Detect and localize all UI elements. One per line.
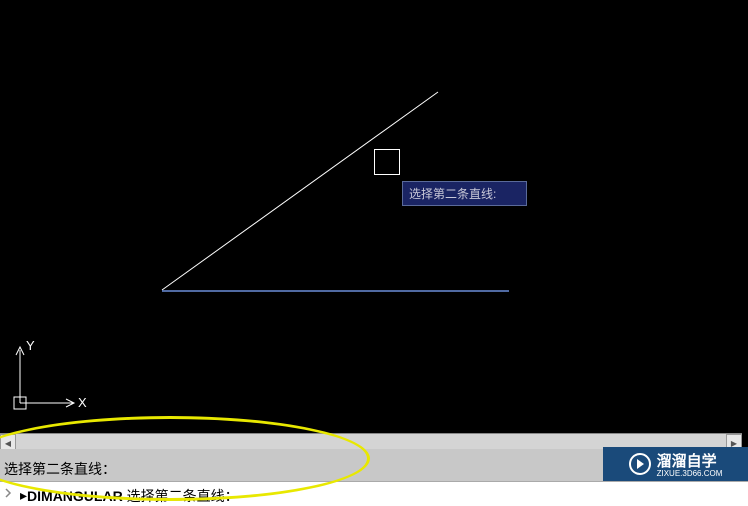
ucs-y-label: Y — [26, 338, 35, 353]
line-geometry-1[interactable] — [162, 92, 438, 290]
tooltip-text: 选择第二条直线: — [409, 187, 496, 201]
scroll-left-button[interactable] — [0, 434, 16, 450]
command-prompt-text: 选择第二条直线： — [127, 486, 239, 506]
dynamic-input-tooltip: 选择第二条直线: — [402, 181, 527, 206]
watermark-site: ZIXUE.3D66.COM — [657, 469, 723, 478]
command-line-input[interactable]: ▸ DIMANGULAR 选择第二条直线： — [0, 481, 748, 506]
drawing-canvas[interactable]: 选择第二条直线: Y X — [0, 0, 748, 435]
watermark-brand: 溜溜自学 — [657, 453, 717, 470]
cursor-pickbox — [374, 149, 400, 175]
command-prompt-icon — [4, 487, 16, 499]
ucs-icon: Y X — [8, 335, 88, 415]
command-history-text: 选择第二条直线： — [4, 459, 116, 479]
watermark-badge: 溜溜自学 ZIXUE.3D66.COM — [603, 447, 748, 481]
active-command-name: DIMANGULAR — [27, 488, 123, 504]
ucs-x-label: X — [78, 395, 87, 410]
play-icon — [629, 453, 651, 475]
